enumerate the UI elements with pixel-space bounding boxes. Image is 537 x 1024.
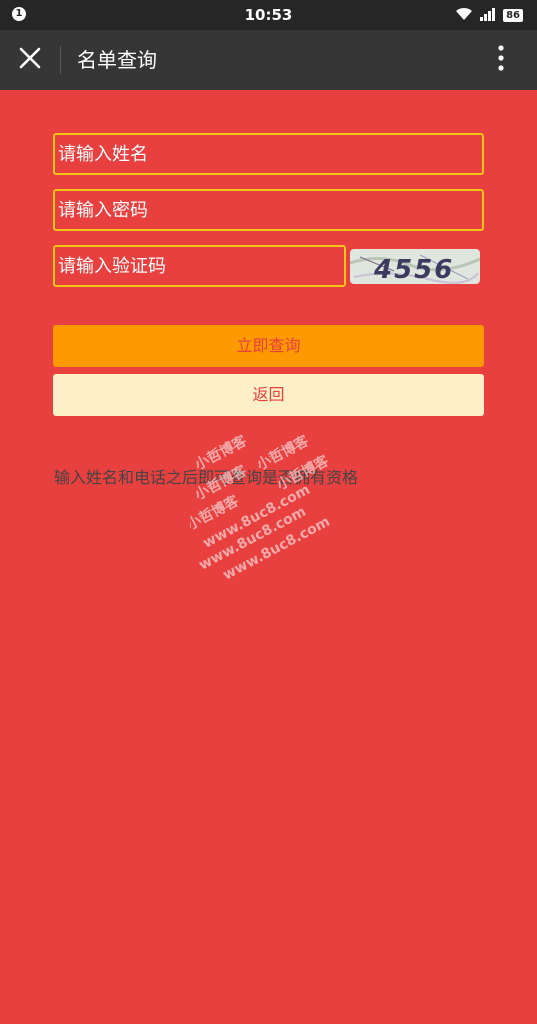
status-icons: 86 [455,6,523,25]
nav-bar: 名单查询 [0,30,537,90]
nav-divider [60,46,61,74]
captcha-image[interactable]: 4556 [350,249,480,284]
close-icon [19,47,41,73]
status-bar: 1 10:53 86 [0,0,537,30]
battery-icon: 86 [503,9,523,22]
captcha-input[interactable] [53,245,346,287]
query-button[interactable]: 立即查询 [53,325,484,367]
close-button[interactable] [14,44,46,76]
watermark: 小哲博客 小哲博客 小哲博客 小哲博客 小哲博客 www.8uc8.com ww… [184,430,360,584]
name-input[interactable] [53,133,484,175]
captcha-text: 4556 [373,255,454,284]
more-menu-button[interactable] [485,44,517,76]
back-button[interactable]: 返回 [53,374,484,416]
page-title: 名单查询 [77,48,157,72]
password-input[interactable] [53,189,484,231]
more-vertical-icon [498,45,504,75]
wifi-icon [455,6,473,25]
signal-icon [479,6,497,25]
